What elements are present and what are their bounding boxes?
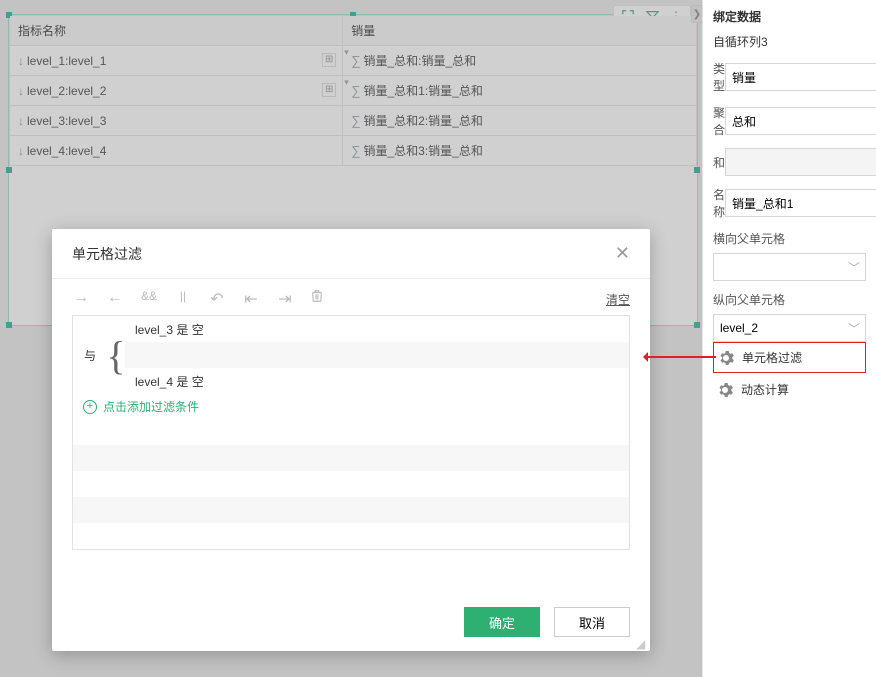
- condition-text: level_3 是 空: [135, 321, 204, 338]
- arrow-right-icon[interactable]: →: [72, 289, 90, 309]
- modal-header: 单元格过滤 ✕: [52, 229, 650, 279]
- dynamic-calc-action[interactable]: 动态计算: [713, 373, 866, 406]
- trash-icon[interactable]: [310, 289, 328, 309]
- condition-row-empty: [73, 497, 629, 523]
- arrow-left-icon[interactable]: ←: [106, 289, 124, 309]
- close-icon[interactable]: ✕: [615, 243, 630, 264]
- modal-toolbar: → ← && || ↶ ⇤ ⇥ 清空: [52, 279, 650, 315]
- add-condition-button[interactable]: + 点击添加过滤条件: [73, 394, 629, 419]
- resize-grip-icon[interactable]: ◢: [636, 637, 646, 647]
- gear-icon: [717, 382, 733, 398]
- loop-column-label: 自循环列3: [713, 33, 866, 50]
- vparent-select[interactable]: [713, 314, 866, 342]
- annotation-arrow: [646, 356, 716, 358]
- cell-filter-label: 单元格过滤: [742, 349, 802, 366]
- add-condition-label: 点击添加过滤条件: [103, 398, 199, 415]
- undo-icon[interactable]: ↶: [208, 289, 226, 309]
- conditions-list: 与 { level_3 是 空 level_4 是 空 + 点击添加过滤条件: [72, 315, 630, 550]
- condition-row-empty: [73, 523, 629, 549]
- side-panel: ❯ 绑定数据 自循环列3 类型 ﹀ 聚合 ﹀ 和 ﹀ 名称 横向父单元格 ﹀ 纵…: [702, 0, 876, 677]
- cell-filter-modal: 单元格过滤 ✕ → ← && || ↶ ⇤ ⇥ 清空 与 { level_3 是…: [52, 229, 650, 651]
- modal-title: 单元格过滤: [72, 244, 142, 264]
- condition-row[interactable]: level_4 是 空: [125, 368, 629, 394]
- condition-row[interactable]: level_3 是 空: [125, 316, 629, 342]
- ok-button[interactable]: 确定: [464, 607, 540, 637]
- type-label: 类型: [713, 60, 725, 94]
- plus-icon: +: [83, 400, 97, 414]
- vparent-label: 纵向父单元格: [713, 291, 866, 308]
- name-label: 名称: [713, 186, 725, 220]
- clear-button[interactable]: 清空: [606, 291, 630, 308]
- agg-label: 聚合: [713, 104, 725, 138]
- and-icon[interactable]: &&: [140, 289, 158, 309]
- condition-row-empty: [73, 419, 629, 445]
- side-panel-title: 绑定数据: [713, 8, 866, 25]
- group-op-label: 与: [73, 316, 107, 394]
- dynamic-calc-label: 动态计算: [741, 381, 789, 398]
- brace-icon: {: [107, 316, 125, 394]
- hparent-select[interactable]: [713, 253, 866, 281]
- and-label: 和: [713, 154, 725, 171]
- condition-text: level_4 是 空: [135, 373, 204, 390]
- name-input[interactable]: [725, 189, 876, 217]
- hparent-label: 横向父单元格: [713, 230, 866, 247]
- indent-icon[interactable]: ⇥: [276, 289, 294, 309]
- condition-row-empty: [73, 445, 629, 471]
- condition-row-empty: [73, 471, 629, 497]
- gear-icon: [718, 350, 734, 366]
- or-icon[interactable]: ||: [174, 289, 192, 309]
- cancel-button[interactable]: 取消: [554, 607, 630, 637]
- agg-select[interactable]: [725, 107, 876, 135]
- outdent-icon[interactable]: ⇤: [242, 289, 260, 309]
- condition-row[interactable]: [125, 342, 629, 368]
- and-select[interactable]: [725, 148, 876, 176]
- cell-filter-action[interactable]: 单元格过滤: [713, 342, 866, 373]
- type-select[interactable]: [725, 63, 876, 91]
